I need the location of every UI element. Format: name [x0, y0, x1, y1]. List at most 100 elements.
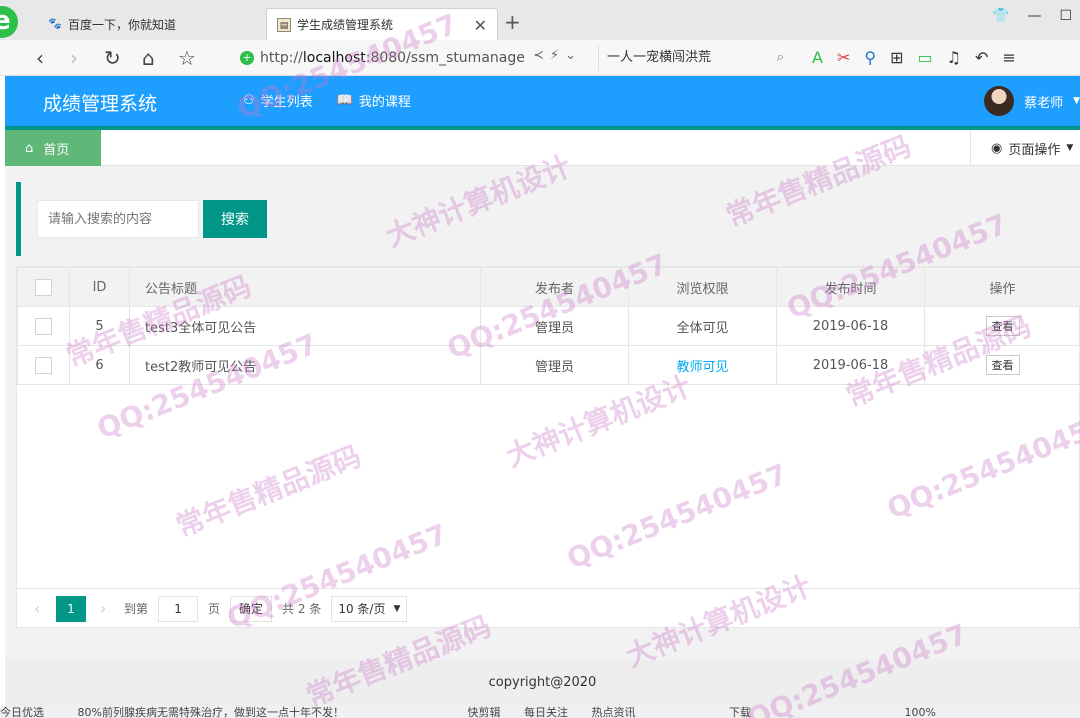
header-select-all[interactable]	[17, 267, 70, 307]
apps-icon[interactable]: ⊞	[890, 48, 903, 67]
status-item[interactable]: 热点资讯	[591, 706, 635, 718]
back-icon[interactable]: ‹	[36, 46, 44, 70]
confirm-button[interactable]: 确定	[230, 595, 273, 622]
header-publisher: 发布者	[480, 267, 629, 307]
header-permission: 浏览权限	[628, 267, 777, 307]
table-header-row: ID 公告标题 发布者 浏览权限 发布时间 操作	[17, 267, 1080, 307]
row-checkbox[interactable]	[35, 356, 52, 374]
chevron-down-icon: ▼	[1066, 143, 1074, 153]
address-bar[interactable]: + http://localhost:8080/ssm_stumanage ≺⚡…	[232, 45, 588, 71]
scissors-icon[interactable]: ✂	[837, 48, 850, 67]
footer: copyright@2020	[5, 660, 1080, 706]
row-date: 2019-06-18	[776, 306, 925, 346]
tab-home[interactable]: ⌂ 首页	[5, 130, 101, 166]
target-icon: ◉	[991, 140, 1003, 156]
copyright-text: copyright@2020	[488, 675, 597, 690]
page-size-value: 10 条/页	[338, 602, 386, 616]
url-prefix: http://	[260, 50, 303, 66]
skin-icon[interactable]: 👕	[992, 8, 1009, 24]
page-operations-dropdown[interactable]: ◉ 页面操作 ▼	[970, 130, 1080, 166]
view-button[interactable]: 查看	[985, 355, 1020, 375]
browser-status-bar: 今日优选 80%前列腺疾病无需特殊治疗，做到这一点十年不发！ 快剪辑 每日关注 …	[0, 706, 1080, 718]
page-icon: ▤	[277, 17, 291, 32]
status-item[interactable]: 下载	[729, 706, 751, 718]
forward-icon[interactable]: ›	[70, 46, 78, 70]
search-icon[interactable]: ⌕	[777, 45, 784, 71]
home-icon[interactable]: ⌂	[142, 46, 155, 70]
row-checkbox[interactable]	[35, 317, 52, 335]
table-row: 5 test3全体可见公告 管理员 全体可见 2019-06-18 查看	[17, 306, 1080, 346]
extension-icons: A ✂ ⚲ ⊞ ▭ ♫ ↶ ≡	[812, 48, 1016, 67]
url-rest: :8080/ssm_stumanage	[365, 50, 525, 66]
chevron-down-icon: ▼	[1073, 96, 1080, 106]
current-page[interactable]: 1	[56, 595, 86, 622]
battery-icon[interactable]: ▭	[917, 48, 932, 67]
row-permission: 全体可见	[628, 306, 777, 346]
header-date: 发布时间	[776, 267, 925, 307]
row-title: test3全体可见公告	[129, 306, 481, 346]
home-icon: ⌂	[25, 140, 34, 156]
row-publisher: 管理员	[480, 306, 629, 346]
row-select-cell[interactable]	[17, 345, 70, 385]
browser-tab-title: 学生成绩管理系统	[297, 18, 394, 32]
app-title: 成绩管理系统	[43, 93, 158, 115]
baidu-paw-icon: 🐾	[48, 17, 62, 30]
headphones-icon[interactable]: ♫	[947, 48, 961, 67]
top-nav: ⚇ 学生列表 📖 我的课程	[243, 91, 411, 110]
row-actions: 查看	[924, 306, 1080, 346]
nav-label: 我的课程	[358, 95, 411, 110]
prev-page-icon[interactable]: ‹	[34, 599, 54, 618]
status-item[interactable]: 100%	[904, 706, 935, 718]
row-select-cell[interactable]	[17, 306, 70, 346]
search-engine-box[interactable]: 一人一宠横闯洪荒 ⌕	[598, 45, 788, 71]
row-permission: 教师可见	[628, 345, 777, 385]
nav-my-courses[interactable]: 📖 我的课程	[337, 91, 411, 110]
url-host: localhost	[302, 50, 366, 66]
row-date: 2019-06-18	[776, 345, 925, 385]
row-title: test2教师可见公告	[129, 345, 481, 385]
new-tab-icon[interactable]: +	[504, 10, 521, 34]
url-tools-icons[interactable]: ≺⚡⌄	[533, 48, 582, 63]
undo-icon[interactable]: ↶	[975, 48, 988, 67]
users-icon: ⚇	[243, 93, 255, 108]
header-actions: 操作	[924, 267, 1080, 307]
tab-home-label: 首页	[43, 142, 70, 158]
close-tab-icon[interactable]: ✕	[474, 16, 487, 35]
translate-icon[interactable]: A	[812, 48, 823, 67]
user-name: 蔡老师	[1024, 95, 1064, 111]
browser-tab-baidu[interactable]: 🐾 百度一下，你就知道	[38, 8, 264, 40]
pagination: ‹ 1 › 到第 1 页 确定 共 2 条 10 条/页 ▼	[16, 588, 1080, 628]
minimize-icon[interactable]: —	[1027, 8, 1041, 24]
status-item[interactable]: 快剪辑	[467, 706, 500, 718]
search-input[interactable]	[37, 200, 199, 238]
row-id: 5	[69, 306, 130, 346]
page-size-select[interactable]: 10 条/页 ▼	[331, 595, 408, 622]
user-menu[interactable]: 蔡老师 ▼	[984, 86, 1080, 116]
row-actions: 查看	[924, 345, 1080, 385]
status-item[interactable]: 80%前列腺疾病无需特殊治疗，做到这一点十年不发！	[78, 706, 344, 718]
row-publisher: 管理员	[480, 345, 629, 385]
goto-label: 到第	[124, 602, 149, 616]
notice-table-card: ID 公告标题 发布者 浏览权限 发布时间 操作 5 test3全体可见公告 管…	[16, 266, 1080, 628]
book-icon: 📖	[336, 93, 353, 108]
view-button[interactable]: 查看	[985, 316, 1020, 336]
browser-toolbar: ‹ › ↻ ⌂ ☆ + http://localhost:8080/ssm_st…	[0, 40, 1080, 76]
search-button[interactable]: 搜索	[203, 200, 267, 238]
menu-icon[interactable]: ≡	[1002, 48, 1015, 67]
reload-icon[interactable]: ↻	[104, 46, 121, 70]
browser-tab-active[interactable]: ▤ 学生成绩管理系统 ✕	[266, 8, 498, 40]
magnifier-icon[interactable]: ⚲	[864, 48, 876, 67]
select-all-checkbox[interactable]	[35, 278, 52, 296]
browser-tab-title: 百度一下，你就知道	[68, 17, 177, 32]
next-page-icon[interactable]: ›	[100, 599, 120, 618]
window-controls: 👕 — ☐	[992, 8, 1080, 24]
star-icon[interactable]: ☆	[178, 46, 196, 70]
header-title: 公告标题	[129, 267, 481, 307]
table-row: 6 test2教师可见公告 管理员 教师可见 2019-06-18 查看	[17, 345, 1080, 385]
nav-student-list[interactable]: ⚇ 学生列表	[243, 91, 313, 110]
status-item[interactable]: 今日优选	[0, 706, 44, 718]
page-number-input[interactable]: 1	[158, 595, 199, 622]
search-engine-text: 一人一宠横闯洪荒	[607, 50, 712, 65]
maximize-icon[interactable]: ☐	[1059, 8, 1072, 24]
status-item[interactable]: 每日关注	[524, 706, 568, 718]
